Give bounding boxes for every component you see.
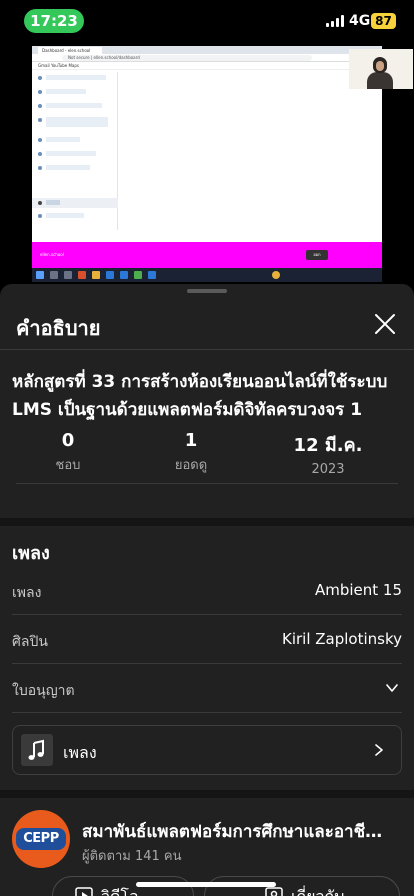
task-app-icon [78,271,86,279]
task-app-icon [106,271,114,279]
music-card-label: เพลง [63,743,97,762]
status-time[interactable]: 17:23 [24,9,84,33]
recording-button: ออก [306,250,328,260]
section-divider [0,790,414,798]
browser-tab-strip: Dashboard - elen.school [32,46,382,54]
browser-tab: Dashboard - elen.school [38,47,102,54]
chevron-right-icon [375,744,383,756]
artist-label: ศิลปิน [12,634,48,650]
windows-start-icon [36,271,44,279]
task-app-icon [134,271,142,279]
likes-label: ชอบ [55,458,81,473]
song-label: เพลง [12,585,42,601]
videos-button-label: วิดีโอ [101,885,139,896]
chevron-down-icon[interactable] [386,682,398,694]
signal-icon [326,15,344,27]
music-card[interactable]: เพลง [12,725,402,775]
description-sheet: คำอธิบาย หลักสูตรที่ 33 การสร้างห้องเรีย… [0,284,414,896]
home-indicator[interactable] [136,882,276,887]
browser-url: Not secure | ellen.school/dashboard [62,55,312,61]
task-app-icon [64,271,72,279]
stat-likes: 0 ชอบ [38,430,98,475]
browser-address-bar: Not secure | ellen.school/dashboard [32,54,382,62]
sheet-grab-handle[interactable] [187,289,227,293]
video-frame-desktop: Dashboard - elen.school Not secure | ell… [32,46,382,282]
task-app-icon [120,271,128,279]
lms-main-area [118,72,382,230]
account-icon [265,887,283,896]
section-divider [0,518,414,526]
sheet-title: คำอธิบาย [16,316,101,340]
weather-icon [272,271,280,279]
windows-taskbar [32,268,382,282]
upload-date: 12 มี.ค. [293,435,363,456]
artist-value: Kiril Zaplotinsky [281,630,402,648]
music-section-heading: เพลง [12,543,50,564]
video-player[interactable]: Dashboard - elen.school Not secure | ell… [0,44,414,284]
stat-date: 12 มี.ค. 2023 [282,430,374,477]
sheet-header: คำอธิบาย [0,298,414,350]
likes-count: 0 [61,430,75,451]
music-row-artist: ศิลปิน Kiril Zaplotinsky [12,615,402,664]
close-icon[interactable] [374,313,396,335]
task-app-icon [148,271,156,279]
search-icon [50,271,58,279]
channel-subscribers: ผู้ติดตาม 141 คน [82,849,182,864]
recording-label: ellen.school [40,252,64,257]
views-label: ยอดดู [174,458,208,473]
channel-logo-text: CEPP [16,828,66,850]
recording-toolbar: ellen.school ออก [32,242,382,268]
play-icon [75,887,93,896]
song-value: Ambient 15 [314,581,402,599]
video-title: หลักสูตรที่ 33 การสร้างห้องเรียนออนไลน์ท… [12,372,388,420]
video-stats: 0 ชอบ 1 ยอดดู 12 มี.ค. 2023 [16,430,398,484]
music-note-icon [21,734,53,766]
channel-name[interactable]: สมาพันธ์แพลตฟอร์มการศึกษาและอาชีพ... [82,818,392,845]
stat-views: 1 ยอดดู [161,430,221,475]
views-count: 1 [184,430,198,451]
license-label: ใบอนุญาต [12,683,75,699]
channel-avatar[interactable]: CEPP [12,810,70,868]
lms-sidebar-active [32,198,118,208]
upload-year: 2023 [311,462,345,477]
status-bar: 17:23 4G 87 [0,0,414,44]
about-button-label: เกี่ยวกับ [291,885,344,896]
music-row-song: เพลง Ambient 15 [12,566,402,615]
task-app-icon [92,271,100,279]
lms-sidebar [32,72,118,230]
battery-icon: 87 [371,13,396,29]
network-type: 4G [349,13,371,29]
presenter-webcam [349,49,413,89]
music-row-license[interactable]: ใบอนุญาต [12,664,402,713]
browser-bookmarks: Gmail YouTube Maps [32,62,382,70]
